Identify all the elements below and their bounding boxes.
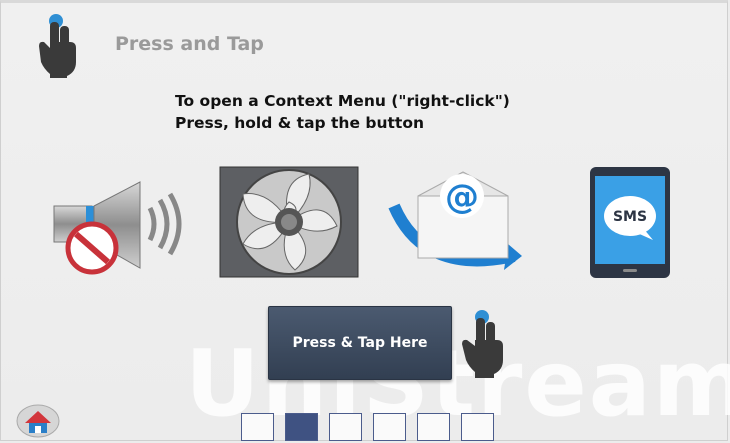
mute-speaker-icon xyxy=(53,181,182,275)
email-at-icon: @ xyxy=(388,171,522,270)
page-indicator-6[interactable] xyxy=(461,413,494,441)
sms-label: SMS xyxy=(613,209,647,225)
page-indicator-2[interactable] xyxy=(285,413,318,441)
instructions: To open a Context Menu ("right-click") P… xyxy=(175,90,510,134)
home-icon[interactable] xyxy=(15,403,61,439)
svg-text:@: @ xyxy=(445,177,479,217)
fan-icon xyxy=(219,166,359,278)
hand-tap-icon xyxy=(39,14,76,78)
sms-phone-icon: SMS xyxy=(590,167,670,278)
instruction-line-2: Press, hold & tap the button xyxy=(175,114,424,132)
page-indicator-1[interactable] xyxy=(241,413,274,441)
pager xyxy=(241,413,494,441)
hand-tap-icon xyxy=(462,310,503,378)
page-indicator-4[interactable] xyxy=(373,413,406,441)
press-tap-button[interactable]: Press & Tap Here xyxy=(268,306,452,380)
instruction-line-1: To open a Context Menu ("right-click") xyxy=(175,92,510,110)
page-indicator-3[interactable] xyxy=(329,413,362,441)
page-indicator-5[interactable] xyxy=(417,413,450,441)
page-title: Press and Tap xyxy=(115,33,264,55)
